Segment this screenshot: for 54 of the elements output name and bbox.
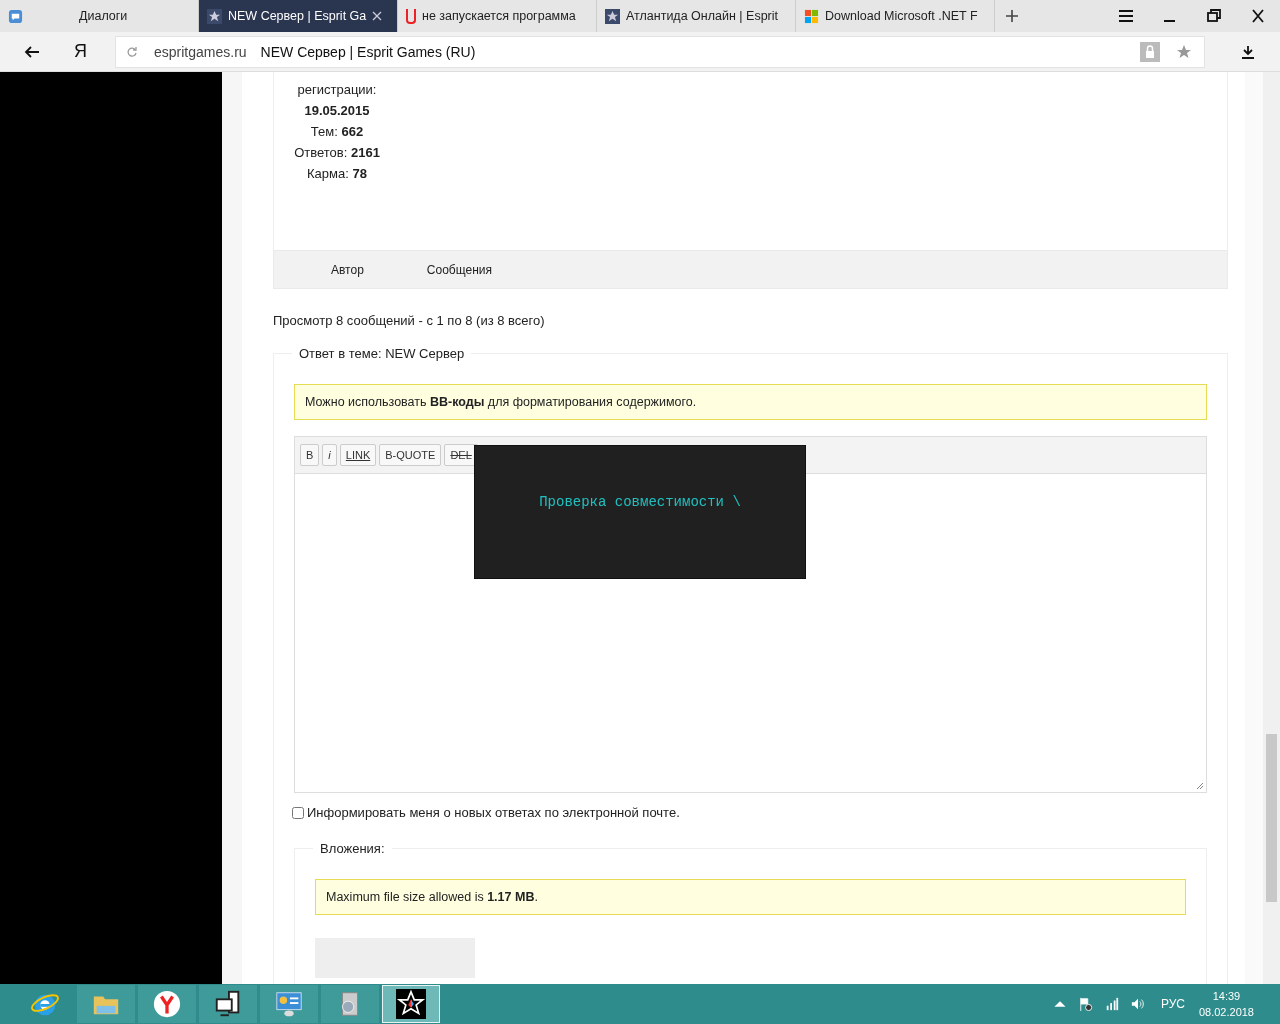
format-button[interactable]: LINK <box>339 444 377 466</box>
notice-text: Maximum file size allowed is 1.17 MB. <box>315 879 1186 915</box>
url-domain: espritgames.ru <box>154 43 247 60</box>
profile-stat: Тем: 662 <box>310 123 364 141</box>
clock-date: 08.02.2018 <box>1198 1005 1254 1020</box>
tab-title: NEW Сервер | Esprit Ga <box>228 9 367 23</box>
profile-stat: 19.05.2015 <box>304 102 370 120</box>
speaker-icon[interactable] <box>1130 997 1145 1011</box>
signal-icon[interactable] <box>1104 997 1119 1011</box>
reload-icon[interactable] <box>126 45 138 58</box>
popup-text: Проверка совместимости \ <box>539 494 741 510</box>
profile-stat: Ответов: 2161 <box>294 144 380 162</box>
column-header: Сообщения <box>426 262 492 277</box>
close-icon[interactable] <box>1250 9 1266 23</box>
tab-title: Атлантида Онлайн | Esprit <box>626 9 778 23</box>
close-icon[interactable] <box>372 11 383 21</box>
language-indicator[interactable]: РУС <box>1160 997 1185 1011</box>
scrollbar[interactable] <box>1263 72 1280 984</box>
taskbar-app[interactable] <box>199 985 257 1023</box>
column-header: Автор <box>331 262 364 277</box>
notify-checkbox[interactable] <box>292 806 304 819</box>
download-icon[interactable] <box>1241 44 1255 59</box>
star-icon <box>207 8 222 24</box>
menu-icon[interactable] <box>1118 9 1134 23</box>
new-tab-icon[interactable] <box>1005 9 1019 23</box>
format-button[interactable]: B <box>300 444 320 466</box>
tab-title: Download Microsoft .NET F <box>825 9 978 23</box>
tab-title: Диалоги <box>79 9 128 23</box>
fieldset-legend: Ответ в теме: NEW Сервер <box>292 346 472 361</box>
control-panel-icon <box>274 989 304 1019</box>
fieldset-legend: Вложения: <box>313 841 392 856</box>
checkbox-label: Информировать меня о новых ответах по электронной почте. <box>307 805 680 820</box>
flag-icon[interactable] <box>1078 997 1093 1011</box>
profile-stat: Карма: 78 <box>307 165 367 183</box>
profile-stat: регистрации: <box>297 81 377 99</box>
star-icon <box>605 8 620 24</box>
back-arrow-icon[interactable] <box>24 44 40 59</box>
address-field[interactable]: espritgames.ru NEW Сервер | Esprit Games (RU) <box>115 35 1205 68</box>
browser-y-icon <box>152 989 182 1019</box>
restore-icon[interactable] <box>1206 9 1222 23</box>
chat-icon <box>8 8 23 24</box>
page-title: NEW Сервер | Esprit Games (RU) <box>260 43 476 60</box>
star-app-icon <box>396 989 426 1019</box>
clock-time: 14:39 <box>1212 989 1241 1004</box>
format-button[interactable]: i <box>322 444 337 466</box>
format-button[interactable]: B-QUOTE <box>379 444 442 466</box>
bookmark-star-icon[interactable] <box>1176 43 1192 60</box>
notice-text: Можно использовать BB-коды для форматирования содержимого. <box>294 384 1207 420</box>
yandex-button[interactable]: Я <box>74 41 87 62</box>
tab-title: не запускается программа <box>422 9 576 23</box>
resize-grip-icon[interactable] <box>1196 782 1204 790</box>
windows-logo-icon <box>804 8 819 24</box>
browser-tab[interactable]: NEW Сервер | Esprit Ga <box>199 0 398 32</box>
summary-text: Просмотр 8 сообщений - с 1 по 8 (из 8 всего) <box>273 313 546 328</box>
